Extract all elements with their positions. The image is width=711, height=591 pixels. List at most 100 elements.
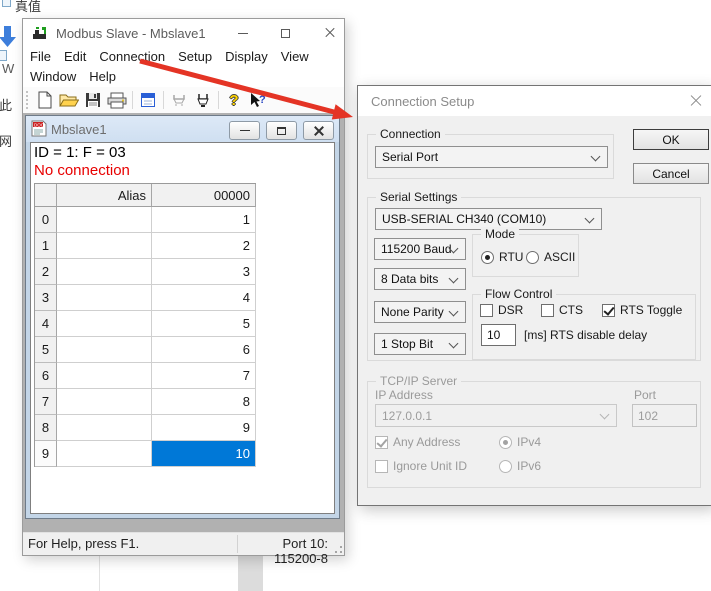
row-header-cell[interactable]: 8 — [35, 415, 57, 441]
connect-icon — [167, 89, 191, 111]
main-titlebar[interactable]: Modbus Slave - Mbslave1 — [23, 19, 344, 47]
background-window-edge — [99, 556, 100, 591]
save-file-icon[interactable] — [81, 89, 105, 111]
row-header-cell[interactable]: 3 — [35, 285, 57, 311]
alias-cell[interactable] — [57, 259, 152, 285]
register-value-cell[interactable]: 8 — [152, 389, 256, 415]
register-value-cell[interactable]: 5 — [152, 311, 256, 337]
register-value-cell[interactable]: 4 — [152, 285, 256, 311]
menu-window[interactable]: Window — [30, 67, 76, 87]
ascii-radio[interactable]: ASCII — [526, 250, 575, 264]
alias-cell[interactable] — [57, 415, 152, 441]
alias-cell[interactable] — [57, 337, 152, 363]
data-bits-value: 8 Data bits — [381, 272, 438, 286]
register-value-cell[interactable]: 10 — [152, 441, 256, 467]
help-icon[interactable]: ? — [222, 89, 246, 111]
auto-answer-icon[interactable] — [191, 89, 215, 111]
parity-select[interactable]: None Parity — [374, 301, 466, 323]
menu-row-2: Window Help — [23, 67, 344, 87]
maximize-button[interactable] — [269, 19, 301, 47]
menu-bar: File Edit Connection Setup Display View Windo… — [23, 47, 344, 87]
menu-edit[interactable]: Edit — [64, 47, 86, 67]
menu-setup[interactable]: Setup — [178, 47, 212, 67]
radio-selected-icon — [481, 251, 494, 264]
svg-text:?: ? — [259, 94, 266, 106]
cancel-button[interactable]: Cancel — [633, 163, 709, 184]
print-icon[interactable] — [105, 89, 129, 111]
minimize-icon — [238, 33, 248, 34]
register-value-cell[interactable]: 6 — [152, 337, 256, 363]
checkbox-icon — [541, 304, 554, 317]
data-bits-select[interactable]: 8 Data bits — [374, 268, 466, 290]
row-header-cell[interactable]: 4 — [35, 311, 57, 337]
ok-button[interactable]: OK — [633, 129, 709, 150]
ip-address-select: 127.0.0.1 — [375, 404, 617, 427]
table-row: 12 — [35, 233, 256, 259]
context-help-icon[interactable]: ? — [246, 89, 270, 111]
status-help-text: For Help, press F1. — [28, 536, 139, 551]
rts-delay-label-row: [ms] RTS disable delay — [524, 328, 647, 342]
alias-cell[interactable] — [57, 363, 152, 389]
row-header-cell[interactable]: 5 — [35, 337, 57, 363]
alias-cell[interactable] — [57, 389, 152, 415]
alias-cell[interactable] — [57, 285, 152, 311]
row-header-cell[interactable]: 7 — [35, 389, 57, 415]
alias-cell[interactable] — [57, 207, 152, 233]
new-file-icon[interactable] — [33, 89, 57, 111]
baud-rate-select[interactable]: 115200 Baud — [374, 238, 466, 260]
rts-toggle-checkbox[interactable]: RTS Toggle — [602, 303, 682, 317]
corner-header-cell[interactable] — [35, 184, 57, 207]
dialog-titlebar[interactable]: Connection Setup — [358, 86, 711, 116]
blue-down-arrow-icon — [0, 26, 17, 48]
toolbar-gripper[interactable] — [26, 91, 29, 109]
stop-bits-select[interactable]: 1 Stop Bit — [374, 333, 466, 355]
open-file-icon[interactable] — [57, 89, 81, 111]
register-value-cell[interactable]: 9 — [152, 415, 256, 441]
row-header-cell[interactable]: 6 — [35, 363, 57, 389]
rtu-radio[interactable]: RTU — [481, 250, 523, 264]
row-header-cell[interactable]: 1 — [35, 233, 57, 259]
menu-display[interactable]: Display — [225, 47, 268, 67]
register-value-cell[interactable]: 7 — [152, 363, 256, 389]
minimize-button[interactable] — [227, 19, 259, 47]
alias-column-header[interactable]: Alias — [57, 184, 152, 207]
menu-connection[interactable]: Connection — [99, 47, 165, 67]
port-label: Port — [634, 388, 656, 402]
ascii-label: ASCII — [544, 250, 575, 264]
register-value-cell[interactable]: 2 — [152, 233, 256, 259]
menu-view[interactable]: View — [281, 47, 309, 67]
menu-help[interactable]: Help — [89, 67, 116, 87]
child-titlebar[interactable]: DOC Mbslave1 — [26, 116, 339, 142]
child-close-button[interactable] — [303, 121, 334, 140]
row-header-cell[interactable]: 9 — [35, 441, 57, 467]
close-button[interactable] — [314, 19, 346, 47]
register-value-cell[interactable]: 3 — [152, 259, 256, 285]
dsr-checkbox[interactable]: DSR — [480, 303, 523, 317]
row-header-cell[interactable]: 2 — [35, 259, 57, 285]
resize-grip[interactable] — [335, 546, 343, 554]
table-row: 56 — [35, 337, 256, 363]
display-setup-icon[interactable] — [136, 89, 160, 111]
row-header-cell[interactable]: 0 — [35, 207, 57, 233]
any-address-label: Any Address — [393, 435, 460, 449]
connection-group: Connection Serial Port — [367, 134, 614, 179]
child-minimize-button[interactable] — [229, 121, 260, 140]
register-value-cell[interactable]: 1 — [152, 207, 256, 233]
flow-control-group-label: Flow Control — [481, 287, 556, 301]
connection-type-select[interactable]: Serial Port — [375, 146, 608, 168]
child-restore-button[interactable] — [266, 121, 297, 140]
alias-cell[interactable] — [57, 233, 152, 259]
table-row: 89 — [35, 415, 256, 441]
dialog-close-button[interactable] — [689, 94, 703, 108]
table-row: 67 — [35, 363, 256, 389]
cts-checkbox[interactable]: CTS — [541, 303, 583, 317]
rts-delay-input[interactable]: 10 — [481, 324, 516, 346]
menu-file[interactable]: File — [30, 47, 51, 67]
alias-cell[interactable] — [57, 441, 152, 467]
register-column-header[interactable]: 00000 — [152, 184, 256, 207]
flow-control-group: Flow Control DSR CTS RTS Toggle 10 [ — [472, 294, 696, 360]
alias-cell[interactable] — [57, 311, 152, 337]
main-window: Modbus Slave - Mbslave1 File Edit Connecti… — [22, 18, 345, 556]
desktop-fragment-w: W — [2, 61, 14, 76]
minimize-icon — [240, 130, 250, 131]
